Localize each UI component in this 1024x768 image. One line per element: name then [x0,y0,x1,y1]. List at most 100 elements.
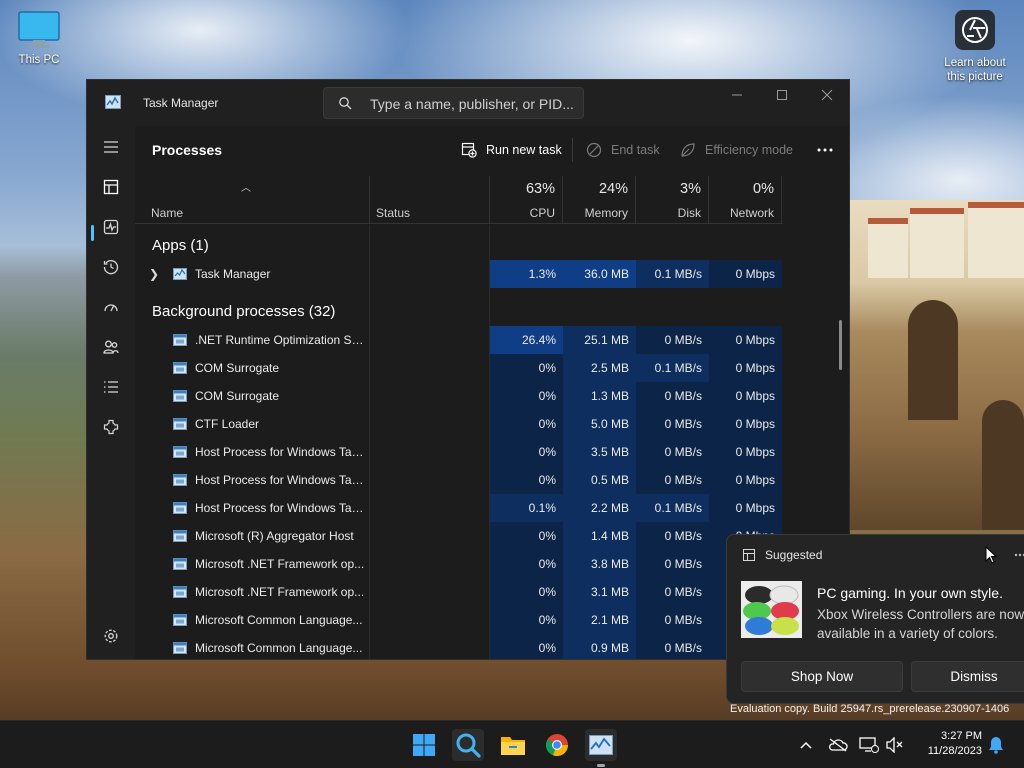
tray-volume[interactable] [884,733,906,757]
dismiss-button[interactable]: Dismiss [911,661,1024,692]
notification-center-button[interactable] [985,733,1007,757]
scrollbar-thumb[interactable] [839,320,842,370]
more-options-button[interactable] [811,138,839,162]
tray-network[interactable] [858,733,880,757]
minimize-button[interactable] [714,80,760,110]
column-label: Name [151,206,184,220]
file-explorer-button[interactable] [497,729,529,761]
process-network: 0 Mbps [709,382,782,410]
process-name: Microsoft .NET Framework op... [195,557,365,571]
process-row[interactable]: Host Process for Windows Tasks 0% 0.5 MB 0 … [135,466,783,494]
bell-icon [989,737,1003,754]
process-row[interactable]: Microsoft .NET Framework op... 0% 3.1 MB 0 … [135,578,783,606]
process-name: COM Surrogate [195,361,280,375]
process-memory: 5.0 MB [563,410,636,438]
nav-app-history[interactable] [95,251,127,283]
process-row[interactable]: Microsoft (R) Aggregator Host 0% 1.4 MB 0 M… [135,522,783,550]
taskbar: 3:27 PM 11/28/2023 [0,720,1024,768]
process-memory: 2.2 MB [563,494,636,522]
search-input[interactable] [370,94,575,114]
maximize-icon [777,90,787,100]
process-disk: 0.1 MB/s [636,494,709,522]
search-box[interactable] [323,87,584,119]
column-header-network[interactable]: 0% Network [709,176,782,224]
process-cpu: 0% [490,606,563,634]
nav-details[interactable] [95,371,127,403]
task-manager-taskbar-button[interactable] [585,729,617,767]
group-header-background[interactable]: Background processes (32) [152,298,335,326]
nav-performance[interactable] [95,211,127,243]
process-row[interactable]: .NET Runtime Optimization Se... 26.4% 25.1… [135,326,783,354]
toolbar-divider [572,138,573,162]
start-button[interactable] [408,729,440,761]
shop-now-button[interactable]: Shop Now [741,661,903,692]
process-disk: 0 MB/s [636,382,709,410]
end-task-button[interactable]: End task [586,138,660,162]
minimize-icon [732,94,742,96]
column-percent: 3% [680,181,701,197]
process-memory: 2.5 MB [563,354,636,382]
search-button[interactable] [452,729,484,761]
maximize-button[interactable] [759,80,805,110]
sort-ascending-icon: ︿ [241,183,251,194]
process-cpu: 0% [490,522,563,550]
process-memory: 3.5 MB [563,438,636,466]
efficiency-mode-button[interactable]: Efficiency mode [680,138,793,162]
title-bar[interactable]: Task Manager [87,80,849,126]
desktop-icon-learn-about-picture[interactable]: Learn about this picture [938,10,1012,84]
column-header-cpu[interactable]: 63% CPU [490,176,563,224]
process-memory: 25.1 MB [563,326,636,354]
process-row[interactable]: COM Surrogate 0% 1.3 MB 0 MB/s 0 Mbps [135,382,783,410]
selected-indicator [91,225,94,241]
application-icon [173,586,187,598]
run-new-task-button[interactable]: Run new task [461,138,562,162]
command-bar: Processes Run new task End task Efficien… [135,126,849,174]
column-header-memory[interactable]: 24% Memory [563,176,636,224]
process-row[interactable]: Microsoft Common Language... 0% 0.9 MB 0 MB… [135,634,783,659]
more-icon [817,148,833,152]
users-icon [103,340,119,354]
notification-body: Xbox Wireless Controllers are now availa… [817,607,1024,641]
expand-chevron-icon[interactable]: ❯ [149,260,159,288]
process-name: COM Surrogate [195,389,280,403]
process-cpu: 0% [490,382,563,410]
show-hidden-icons-button[interactable] [797,733,815,757]
notification-source: Suggested [765,548,823,562]
chrome-button[interactable] [541,729,573,761]
process-memory: 3.1 MB [563,578,636,606]
navigation-pane [87,126,135,659]
process-row[interactable]: Microsoft .NET Framework op... 0% 3.8 MB 0 … [135,550,783,578]
desktop-icon-label: Learn about this picture [944,57,1006,83]
process-name: Microsoft Common Language... [195,613,363,627]
tray-onedrive[interactable] [827,733,849,757]
clock[interactable]: 3:27 PM 11/28/2023 [912,729,982,759]
process-memory: 0.5 MB [563,466,636,494]
column-header-disk[interactable]: 3% Disk [636,176,709,224]
process-row[interactable]: Host Process for Windows Tasks 0% 3.5 MB 0 … [135,438,783,466]
services-icon [103,419,119,435]
process-row[interactable]: CTF Loader 0% 5.0 MB 0 MB/s 0 Mbps [135,410,783,438]
more-icon[interactable] [1014,553,1024,557]
clock-date: 11/28/2023 [927,745,982,757]
group-header-apps[interactable]: Apps (1) [152,232,209,260]
nav-users[interactable] [95,331,127,363]
desktop-icon-this-pc[interactable]: This PC [10,10,68,66]
column-label: CPU [529,206,555,220]
nav-processes[interactable] [95,171,127,203]
nav-services[interactable] [95,411,127,443]
nav-startup-apps[interactable] [95,291,127,323]
column-header-status[interactable]: Status [370,176,490,224]
process-row[interactable]: Microsoft Common Language... 0% 2.1 MB 0 MB… [135,606,783,634]
app-history-icon [103,260,119,275]
process-row[interactable]: Host Process for Windows Tasks 0.1% 2.2 MB… [135,494,783,522]
process-row[interactable]: COM Surrogate 0% 2.5 MB 0.1 MB/s 0 Mbps [135,354,783,382]
process-row[interactable]: ❯ Task Manager 1.3% 36.0 MB 0.1 MB/s 0 M… [135,260,783,288]
column-header-name[interactable]: ︿ Name [135,176,370,224]
nav-settings[interactable] [95,620,127,652]
process-cpu: 0% [490,578,563,606]
close-button[interactable] [804,80,849,110]
process-cpu: 0% [490,354,563,382]
menu-button[interactable] [95,131,127,163]
column-percent: 63% [525,181,555,197]
notification-toast[interactable]: Suggested PC gaming. In your own style. … [726,534,1024,704]
